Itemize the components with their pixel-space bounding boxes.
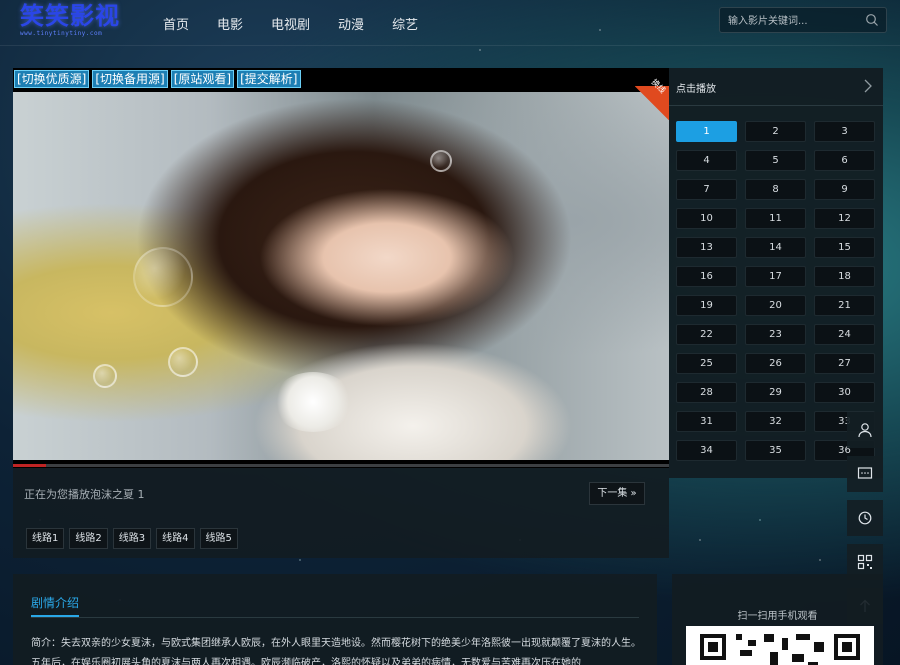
line-1-button[interactable]: 线路1 xyxy=(26,528,65,549)
episode-button-9[interactable]: 9 xyxy=(814,179,875,200)
comment-button[interactable] xyxy=(847,456,883,492)
line-3-button[interactable]: 线路3 xyxy=(112,528,152,549)
episode-button-30[interactable]: 30 xyxy=(814,382,875,403)
switch-line-label: 换线 xyxy=(649,77,668,96)
episode-button-14[interactable]: 14 xyxy=(745,237,806,258)
qr-label: 扫一扫用手机观看 xyxy=(737,611,818,622)
episode-button-19[interactable]: 19 xyxy=(676,295,737,316)
nav-variety[interactable]: 综艺 xyxy=(392,14,418,33)
divider xyxy=(31,617,639,618)
bubble xyxy=(93,364,117,388)
comment-icon xyxy=(857,467,873,479)
bubble xyxy=(168,347,198,377)
episode-button-10[interactable]: 10 xyxy=(676,208,737,229)
line-5-button[interactable]: 线路5 xyxy=(199,528,238,549)
switch-quality-source-button[interactable]: [切换优质源] xyxy=(14,70,90,88)
synopsis-section: 剧情介绍 简介：失去双亲的少女夏沫，与欧式集团继承人欧辰，在外人眼里天造地设。然… xyxy=(13,574,657,665)
progress-bar[interactable] xyxy=(13,464,669,467)
user-icon xyxy=(858,423,872,438)
qr-code-image xyxy=(686,626,874,665)
episode-button-28[interactable]: 28 xyxy=(676,382,737,403)
episode-button-34[interactable]: 34 xyxy=(676,440,737,461)
episode-button-2[interactable]: 2 xyxy=(745,121,806,142)
episode-button-18[interactable]: 18 xyxy=(814,266,875,287)
episode-button-11[interactable]: 11 xyxy=(745,208,806,229)
nav-tv-series[interactable]: 电视剧 xyxy=(271,14,310,33)
progress-fill xyxy=(13,464,46,467)
synopsis-text: 简介：失去双亲的少女夏沫，与欧式集团继承人欧辰，在外人眼里天造地设。然而樱花树下… xyxy=(31,638,641,665)
episode-button-23[interactable]: 23 xyxy=(745,324,806,345)
episode-button-31[interactable]: 31 xyxy=(676,411,737,432)
qrcode-icon xyxy=(857,554,873,570)
search-box xyxy=(719,7,887,33)
tab-underline xyxy=(31,615,79,617)
site-header: 笑笑影视 www.tinytinytiny.com 首页 电影 电视剧 动漫 综… xyxy=(0,0,900,46)
original-site-button[interactable]: [原站观看] xyxy=(170,70,235,88)
video-scene-flower xyxy=(273,372,353,432)
episode-panel-header[interactable]: 点击播放 xyxy=(669,68,883,106)
episode-button-20[interactable]: 20 xyxy=(745,295,806,316)
logo-subtext: www.tinytinytiny.com xyxy=(20,30,103,37)
search-input[interactable] xyxy=(728,12,863,30)
synopsis-title[interactable]: 剧情介绍 xyxy=(31,594,79,611)
episode-button-7[interactable]: 7 xyxy=(676,179,737,200)
qr-section: 扫一扫用手机观看 xyxy=(672,574,883,665)
next-episode-button[interactable]: 下一集 » xyxy=(589,482,645,505)
bubble xyxy=(430,150,452,172)
logo-text: 笑笑影视 xyxy=(20,1,120,30)
episode-button-12[interactable]: 12 xyxy=(814,208,875,229)
line-2-button[interactable]: 线路2 xyxy=(69,528,108,549)
history-button[interactable] xyxy=(847,500,883,536)
switch-line-badge[interactable]: 换线 xyxy=(635,77,669,120)
history-icon xyxy=(858,511,872,525)
player-section: [切换优质源] [切换备用源] [原站观看] [提交解析] 换线 正在为您播放泡… xyxy=(13,68,669,558)
episode-button-29[interactable]: 29 xyxy=(745,382,806,403)
episode-button-26[interactable]: 26 xyxy=(745,353,806,374)
episode-button-4[interactable]: 4 xyxy=(676,150,737,171)
episode-button-15[interactable]: 15 xyxy=(814,237,875,258)
line-selector: 线路1 线路2 线路3 线路4 线路5 xyxy=(26,528,238,549)
source-switcher: [切换优质源] [切换备用源] [原站观看] [提交解析] xyxy=(13,68,302,90)
episode-button-8[interactable]: 8 xyxy=(745,179,806,200)
episode-button-32[interactable]: 32 xyxy=(745,411,806,432)
qr-pattern xyxy=(700,634,860,665)
episode-button-16[interactable]: 16 xyxy=(676,266,737,287)
line-4-button[interactable]: 线路4 xyxy=(156,528,195,549)
episode-grid: 1 2 3 4 5 6 7 8 9 10 11 12 13 14 15 16 17 18 19 20 21 22 23 24 2… xyxy=(676,121,876,461)
episode-button-1[interactable]: 1 xyxy=(676,121,737,142)
now-playing-text: 正在为您播放泡沫之夏 1 xyxy=(24,488,145,501)
main-nav: 首页 电影 电视剧 动漫 综艺 xyxy=(163,14,446,33)
bubble xyxy=(133,247,193,307)
episode-button-22[interactable]: 22 xyxy=(676,324,737,345)
user-button[interactable] xyxy=(847,412,883,448)
site-logo[interactable]: 笑笑影视 www.tinytinytiny.com xyxy=(20,1,120,38)
video-frame[interactable] xyxy=(13,92,669,460)
episode-button-3[interactable]: 3 xyxy=(814,121,875,142)
episode-button-17[interactable]: 17 xyxy=(745,266,806,287)
episode-button-13[interactable]: 13 xyxy=(676,237,737,258)
episode-button-5[interactable]: 5 xyxy=(745,150,806,171)
video-player[interactable]: [切换优质源] [切换备用源] [原站观看] [提交解析] 换线 xyxy=(13,68,669,468)
episode-button-25[interactable]: 25 xyxy=(676,353,737,374)
switch-backup-source-button[interactable]: [切换备用源] xyxy=(92,70,168,88)
search-icon[interactable] xyxy=(865,13,879,27)
nav-anime[interactable]: 动漫 xyxy=(338,14,364,33)
episode-button-24[interactable]: 24 xyxy=(814,324,875,345)
chevron-right-icon[interactable] xyxy=(863,79,873,93)
submit-parse-button[interactable]: [提交解析] xyxy=(237,70,301,88)
nav-movies[interactable]: 电影 xyxy=(217,14,243,33)
episode-button-6[interactable]: 6 xyxy=(814,150,875,171)
episode-button-35[interactable]: 35 xyxy=(745,440,806,461)
nav-home[interactable]: 首页 xyxy=(163,14,189,33)
episode-button-21[interactable]: 21 xyxy=(814,295,875,316)
episode-button-27[interactable]: 27 xyxy=(814,353,875,374)
episode-panel-title: 点击播放 xyxy=(676,84,716,95)
